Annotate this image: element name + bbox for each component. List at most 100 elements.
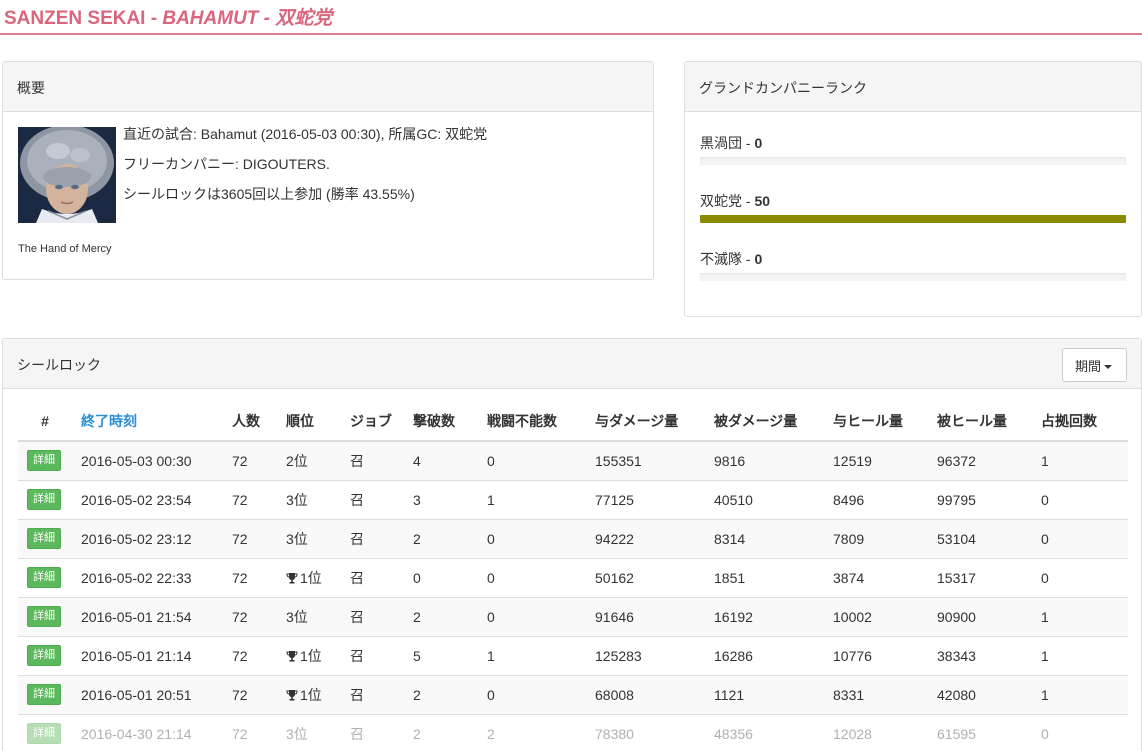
table-row: 詳細 2016-05-01 20:51 72 1位 召 2 0 68008 1121 8331 42… — [18, 674, 1128, 714]
grand-company-name: 双蛇党 — [275, 8, 333, 29]
gc-rank-separator: - — [742, 193, 755, 209]
gc-rank-label-immortal-flames: 不滅隊 - 0 — [700, 249, 762, 269]
cell-deaths: 1 — [478, 635, 586, 675]
kills-value: 2 — [413, 725, 421, 742]
character-name: The Hand of Mercy — [18, 243, 112, 255]
damage-taken-value: 16192 — [714, 608, 753, 625]
gc-rank-panel: グランドカンパニーランク 黒渦団 - 0 双蛇党 - 50 不滅隊 - 0 — [684, 61, 1142, 317]
cell-end-time: 2016-05-02 23:12 — [72, 518, 223, 558]
end-time-value: 2016-05-01 21:14 — [81, 647, 192, 664]
cell-kills: 2 — [404, 518, 478, 558]
trophy-icon — [286, 689, 298, 700]
cell-damage-taken: 16286 — [705, 635, 824, 675]
detail-button[interactable]: 詳細 — [27, 644, 61, 667]
cell-end-time: 2016-05-01 21:14 — [72, 635, 223, 675]
gc-rank-heading: グランドカンパニーランク — [685, 62, 1141, 112]
deaths-value: 0 — [487, 608, 495, 625]
cell-detail: 詳細 — [18, 557, 72, 597]
cell-captures: 1 — [1032, 596, 1128, 636]
damage-dealt-value: 50162 — [595, 569, 634, 586]
cell-deaths: 0 — [478, 557, 586, 597]
detail-button[interactable]: 詳細 — [27, 527, 61, 550]
captures-value: 1 — [1041, 686, 1049, 703]
deaths-value: 0 — [487, 452, 495, 469]
table-row: 詳細 2016-05-02 23:54 72 3位 召 3 1 77125 40510 8496 9… — [18, 479, 1128, 519]
deaths-value: 0 — [487, 686, 495, 703]
end-time-value: 2016-04-30 21:14 — [81, 725, 192, 742]
col-header-captures: 占拠回数 — [1032, 402, 1128, 442]
heal-taken-value: 42080 — [937, 686, 976, 703]
cell-damage-taken: 1851 — [705, 557, 824, 597]
site-name: SANZEN SEKAI - — [4, 8, 163, 29]
cell-damage-taken: 40510 — [705, 479, 824, 519]
cell-detail: 詳細 — [18, 479, 72, 519]
cell-captures: 0 — [1032, 518, 1128, 558]
cell-job: 召 — [341, 479, 404, 519]
heal-dealt-value: 12519 — [833, 452, 872, 469]
cell-rank: 1位 — [277, 674, 341, 714]
gc-rank-value: 0 — [754, 251, 763, 267]
captures-value: 1 — [1041, 452, 1049, 469]
rank-value: 1位 — [300, 647, 322, 664]
cell-damage-taken: 9816 — [705, 440, 824, 480]
cell-damage-dealt: 50162 — [586, 557, 705, 597]
rank-value: 3位 — [286, 491, 308, 508]
detail-button[interactable]: 詳細 — [27, 450, 61, 472]
gc-rank-fill — [700, 215, 1126, 223]
cell-rank: 1位 — [277, 557, 341, 597]
rank-value: 2位 — [286, 452, 308, 469]
cell-heal-dealt: 12028 — [824, 713, 928, 751]
cell-rank: 2位 — [277, 440, 341, 480]
gc-name: 黒渦団 — [700, 135, 742, 151]
heal-dealt-value: 3874 — [833, 569, 865, 586]
trophy-icon — [286, 572, 298, 583]
detail-button[interactable]: 詳細 — [27, 683, 61, 706]
deaths-value: 2 — [487, 725, 495, 742]
heal-taken-value: 99795 — [937, 491, 976, 508]
job-value: 召 — [350, 686, 364, 703]
cell-heal-taken: 38343 — [928, 635, 1032, 675]
gc-rank-bar-maelstrom — [700, 157, 1126, 165]
seal-rock-table: # 終了時刻 人数 順位 ジョブ 撃破数 戦闘不能数 与ダメージ量 被ダメージ量… — [18, 402, 1128, 751]
detail-button[interactable]: 詳細 — [27, 566, 61, 589]
col-header-end-time[interactable]: 終了時刻 — [72, 402, 223, 442]
page-title: SANZEN SEKAI - BAHAMUT - 双蛇党 — [4, 3, 332, 30]
detail-button[interactable]: 詳細 — [27, 488, 61, 511]
period-dropdown-button[interactable]: 期間 — [1062, 348, 1127, 382]
cell-heal-taken: 53104 — [928, 518, 1032, 558]
players-value: 72 — [232, 725, 248, 742]
detail-button[interactable]: 詳細 — [27, 605, 61, 628]
cell-heal-taken: 90900 — [928, 596, 1032, 636]
job-value: 召 — [350, 491, 364, 508]
cell-detail: 詳細 — [18, 596, 72, 636]
cell-captures: 1 — [1032, 635, 1128, 675]
captures-value: 1 — [1041, 647, 1049, 664]
cell-job: 召 — [341, 440, 404, 480]
free-company-info: フリーカンパニー: DIGOUTERS. — [123, 156, 330, 172]
damage-dealt-value: 125283 — [595, 647, 642, 664]
col-header-job: ジョブ — [341, 402, 404, 442]
heal-taken-value: 90900 — [937, 608, 976, 625]
cell-end-time: 2016-05-02 23:54 — [72, 479, 223, 519]
cell-heal-dealt: 12519 — [824, 440, 928, 480]
deaths-value: 0 — [487, 569, 495, 586]
cell-job: 召 — [341, 557, 404, 597]
rank-value: 1位 — [300, 569, 322, 586]
job-value: 召 — [350, 725, 364, 742]
heal-taken-value: 53104 — [937, 530, 976, 547]
detail-button[interactable]: 詳細 — [27, 723, 61, 745]
cell-heal-dealt: 10776 — [824, 635, 928, 675]
end-time-value: 2016-05-02 22:33 — [81, 569, 192, 586]
trophy-icon — [286, 650, 298, 661]
cell-detail: 詳細 — [18, 713, 72, 751]
gc-rank-value: 0 — [754, 135, 763, 151]
captures-value: 0 — [1041, 491, 1049, 508]
cell-heal-taken: 42080 — [928, 674, 1032, 714]
job-value: 召 — [350, 530, 364, 547]
col-header-damage-taken: 被ダメージ量 — [705, 402, 824, 442]
cell-heal-taken: 15317 — [928, 557, 1032, 597]
cell-rank: 3位 — [277, 596, 341, 636]
heal-dealt-value: 8331 — [833, 686, 865, 703]
end-time-value: 2016-05-03 00:30 — [81, 452, 192, 469]
table-row: 詳細 2016-05-02 23:12 72 3位 召 2 0 94222 8314 7809 53… — [18, 518, 1128, 558]
